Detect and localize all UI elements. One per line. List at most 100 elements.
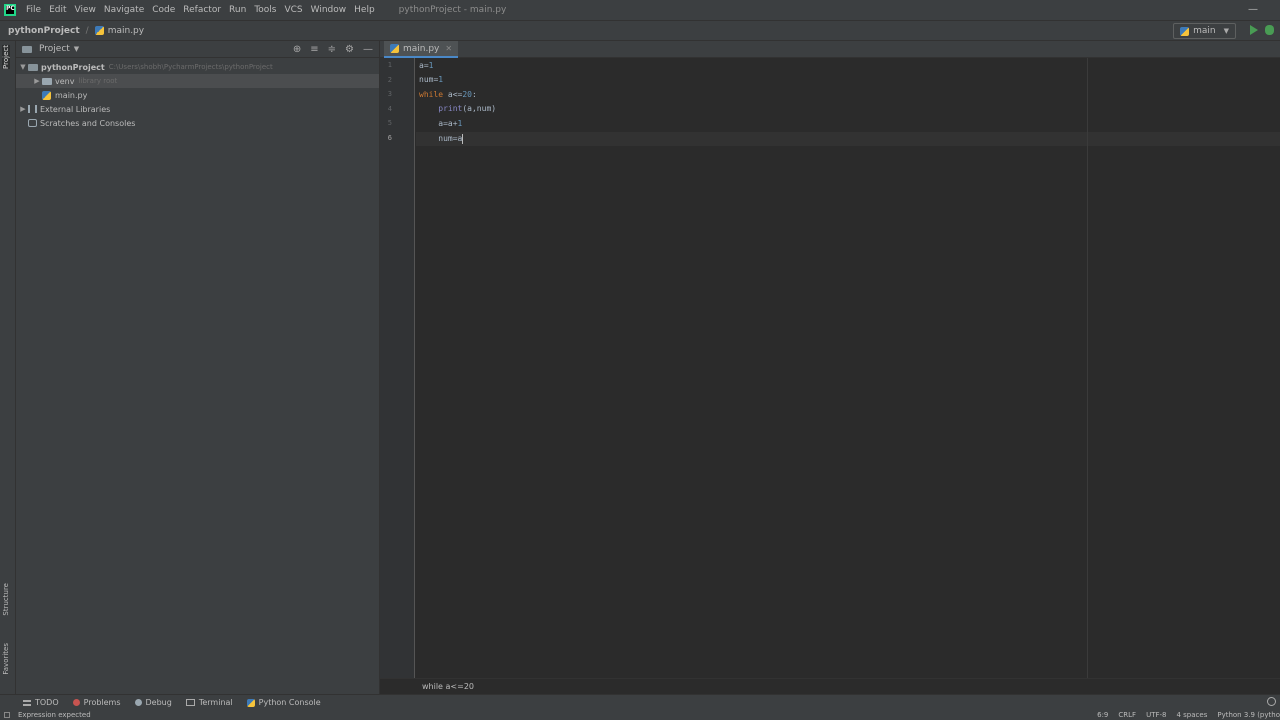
close-icon[interactable]: ✕: [445, 44, 452, 53]
breadcrumb-file[interactable]: main.py: [94, 25, 145, 36]
minimize-button[interactable]: —: [1248, 4, 1258, 15]
editor-scope-breadcrumb[interactable]: while a<=20: [380, 678, 1280, 694]
tree-item-external-libraries[interactable]: ▶ External Libraries: [16, 102, 379, 116]
menu-help[interactable]: Help: [350, 5, 379, 15]
tool-tab-favorites[interactable]: Favorites: [2, 643, 10, 675]
menu-code[interactable]: Code: [148, 5, 179, 15]
menu-view[interactable]: View: [71, 5, 100, 15]
tree-item-main-py[interactable]: main.py: [16, 88, 379, 102]
folder-icon: [28, 63, 38, 71]
code-line-6[interactable]: num=a: [419, 132, 464, 146]
project-panel-title[interactable]: Project: [39, 44, 70, 54]
tree-item-label: Scratches and Consoles: [40, 118, 136, 128]
run-icon[interactable]: [1250, 25, 1258, 35]
bottom-tool-bar: TODO Problems Debug Terminal Python Cons…: [0, 694, 1280, 710]
project-tree: ▼ pythonProject C:\Users\shobh\PycharmPr…: [16, 58, 379, 130]
terminal-icon: [185, 699, 195, 706]
status-widgets: 6:9 CRLF UTF-8 4 spaces Python 3.9 (pyth…: [1097, 710, 1280, 720]
library-icon: [28, 105, 37, 113]
tree-item-label: External Libraries: [40, 104, 111, 114]
chevron-right-icon[interactable]: ▶: [32, 77, 42, 85]
locate-file-icon[interactable]: ⊕: [293, 44, 301, 55]
hide-panel-icon[interactable]: —: [363, 44, 373, 55]
code-line-1[interactable]: a=1: [419, 59, 433, 73]
file-encoding[interactable]: UTF-8: [1146, 710, 1166, 720]
python-file-icon: [390, 44, 399, 53]
menu-file[interactable]: File: [22, 5, 45, 15]
python-file-icon: [94, 26, 104, 35]
python-file-icon: [42, 90, 51, 100]
chevron-down-icon: ▼: [1223, 27, 1229, 35]
editor-gutter[interactable]: 1 2 3 4 5 6: [380, 58, 415, 678]
collapse-all-icon[interactable]: ≑: [328, 44, 336, 55]
tool-tab-todo[interactable]: TODO: [16, 698, 66, 707]
tool-tab-structure[interactable]: Structure: [2, 583, 10, 616]
python-console-icon: [246, 698, 255, 707]
code-line-4[interactable]: print(a,num): [419, 102, 496, 116]
line-separator[interactable]: CRLF: [1118, 710, 1136, 720]
chevron-down-icon[interactable]: ▼: [18, 63, 28, 71]
status-message: Expression expected: [18, 711, 91, 719]
chevron-right-icon[interactable]: ▶: [18, 105, 28, 113]
tool-tab-label: Terminal: [198, 698, 233, 707]
indent-setting[interactable]: 4 spaces: [1176, 710, 1207, 720]
line-number: 2: [387, 76, 392, 84]
code-line-5[interactable]: a=a+1: [419, 117, 462, 131]
python-interpreter[interactable]: Python 3.9 (pytho: [1217, 710, 1280, 720]
line-number: 5: [387, 119, 392, 127]
menu-tools[interactable]: Tools: [250, 5, 280, 15]
menu-refactor[interactable]: Refactor: [179, 5, 225, 15]
tree-item-hint: library root: [78, 77, 118, 85]
line-number: 3: [387, 90, 392, 98]
tree-item-path: C:\Users\shobh\PycharmProjects\pythonPro…: [108, 63, 273, 71]
tree-item-label: venv: [55, 76, 75, 86]
project-view-icon: [22, 45, 32, 53]
tool-tab-label: Python Console: [258, 698, 321, 707]
debug-icon[interactable]: [1265, 25, 1274, 35]
scratches-icon: [28, 119, 37, 127]
gear-icon[interactable]: ⚙: [345, 44, 354, 55]
menu-navigate[interactable]: Navigate: [100, 5, 148, 15]
menu-run[interactable]: Run: [225, 5, 250, 15]
tool-tab-debug[interactable]: Debug: [128, 698, 179, 707]
tree-item-label: pythonProject: [41, 62, 105, 72]
breadcrumb-separator: /: [85, 25, 89, 36]
caret-position[interactable]: 6:9: [1097, 710, 1108, 720]
breadcrumb-file-label: main.py: [107, 25, 145, 36]
tab-label: main.py: [403, 43, 440, 54]
chevron-down-icon[interactable]: ▼: [74, 45, 79, 53]
folder-icon: [42, 77, 52, 85]
run-configuration-label: main: [1193, 26, 1216, 36]
bug-icon: [134, 699, 142, 706]
error-icon: [72, 699, 80, 706]
tool-tab-python-console[interactable]: Python Console: [240, 698, 328, 707]
tool-tab-label: Problems: [83, 698, 121, 707]
text-caret: [462, 133, 464, 144]
tool-tab-project[interactable]: Project: [2, 45, 10, 69]
todo-icon: [23, 699, 31, 706]
tool-tab-problems[interactable]: Problems: [66, 698, 128, 707]
menu-window[interactable]: Window: [307, 5, 351, 15]
code-line-2[interactable]: num=1: [419, 73, 443, 87]
project-panel-header: Project ▼ ⊕ ≡ ≑ ⚙ —: [16, 41, 379, 58]
tab-main-py[interactable]: main.py ✕: [384, 41, 459, 58]
menu-edit[interactable]: Edit: [45, 5, 70, 15]
tool-tab-label: Debug: [145, 698, 172, 707]
menu-vcs[interactable]: VCS: [280, 5, 306, 15]
code-line-3[interactable]: while a<=20:: [419, 88, 477, 102]
breadcrumb-project[interactable]: pythonProject: [8, 26, 80, 36]
event-log-icon[interactable]: [1267, 697, 1276, 706]
line-number: 4: [387, 105, 392, 113]
line-number: 6: [387, 134, 392, 142]
pycharm-logo-icon: PC: [4, 4, 16, 16]
tool-tab-terminal[interactable]: Terminal: [179, 698, 240, 707]
tree-item-pythonproject[interactable]: ▼ pythonProject C:\Users\shobh\PycharmPr…: [16, 60, 379, 74]
run-configuration-select[interactable]: main ▼: [1173, 23, 1236, 39]
tree-item-scratches[interactable]: Scratches and Consoles: [16, 116, 379, 130]
tree-item-venv[interactable]: ▶ venv library root: [16, 74, 379, 88]
code-editor[interactable]: 1 2 3 4 5 6 a=1 num=1 while a<=20: print…: [380, 58, 1280, 678]
expand-all-icon[interactable]: ≡: [310, 44, 318, 55]
status-bar: Expression expected 6:9 CRLF UTF-8 4 spa…: [0, 710, 1280, 720]
tool-windows-toggle-icon[interactable]: [4, 712, 10, 718]
window-title: pythonProject - main.py: [398, 5, 507, 15]
